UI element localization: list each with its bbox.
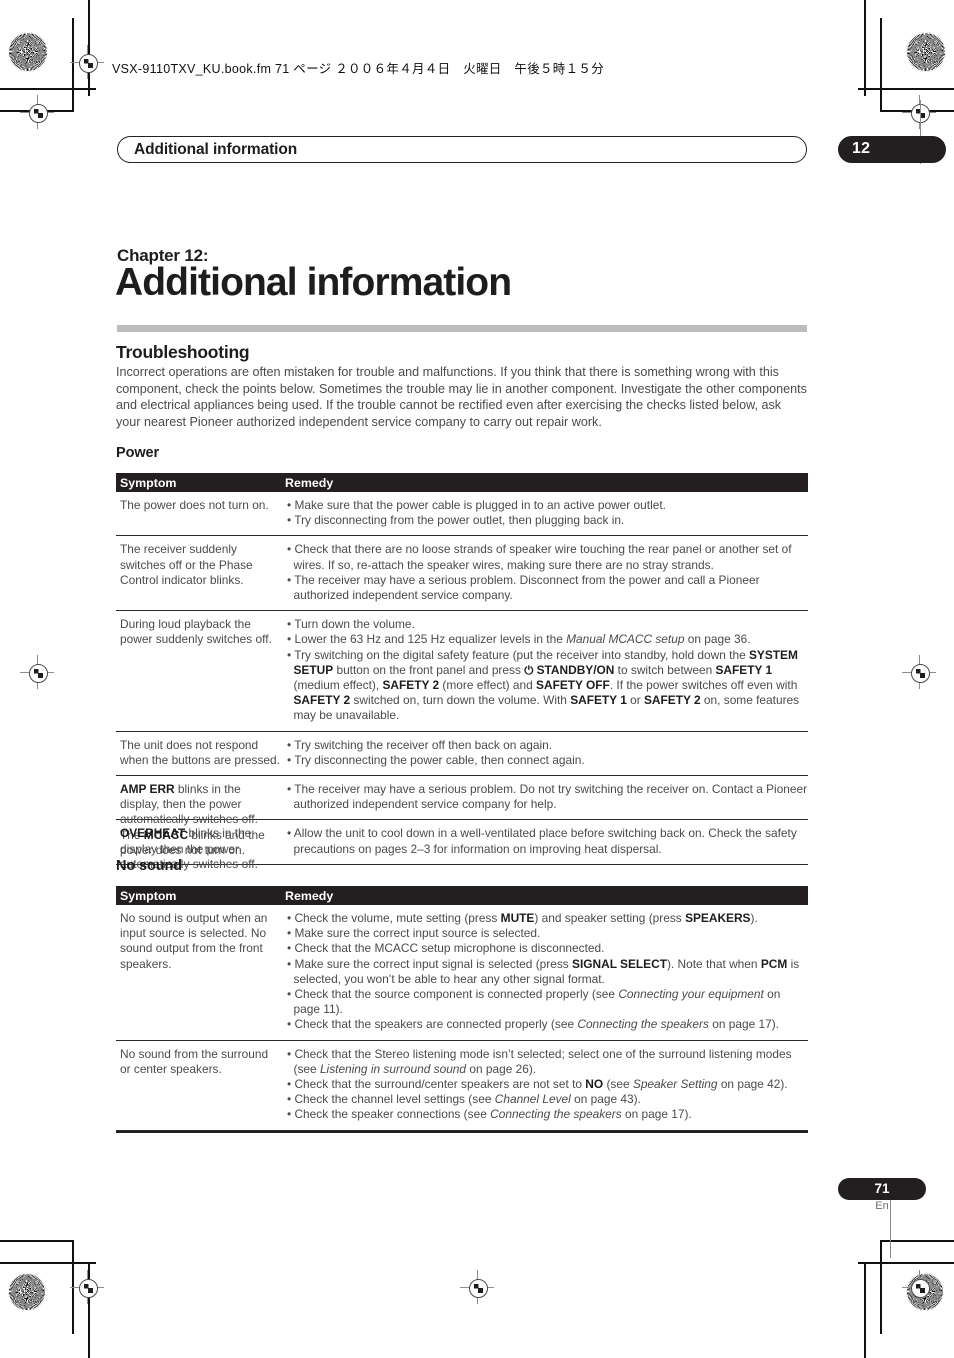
- registration-starburst-top-left: [8, 32, 48, 72]
- symptom-cell: No sound is output when an input source …: [120, 911, 268, 971]
- remedy-cell: • Turn down the volume. • Lower the 63 Hz…: [287, 617, 800, 723]
- column-header-symptom: Symptom: [120, 889, 177, 903]
- framemaker-file-slug: VSX-9110TXV_KU.book.fm 71 ページ ２００６年４月４日 …: [112, 62, 604, 76]
- column-header-remedy: Remedy: [285, 889, 334, 903]
- table-header-row: Symptom Remedy: [116, 473, 808, 492]
- footer-trim-tick: [890, 1200, 891, 1258]
- remedy-cell: • Check that there are no loose strands …: [287, 542, 792, 603]
- remedy-cell: • Allow the unit to cool down in a well-…: [287, 826, 797, 856]
- symptom-cell: The receiver suddenly switches off or th…: [120, 542, 253, 587]
- registration-cross-bottom-left: [70, 1270, 104, 1304]
- remedy-cell: • Check the volume, mute setting (press …: [287, 911, 800, 1032]
- running-header-pill: Additional information: [117, 136, 807, 163]
- table-row: The power does not turn on. • Make sure t…: [116, 492, 808, 537]
- language-code: En: [875, 1200, 889, 1212]
- remedy-cell: • The receiver may have a serious proble…: [287, 782, 808, 812]
- registration-cross-right-upper: [902, 95, 936, 129]
- symptom-cell: The unit does not respond when the butto…: [120, 737, 280, 767]
- remedy-cell: • Check that the Stereo listening mode i…: [287, 1046, 792, 1122]
- registration-starburst-bottom-left: [8, 1273, 46, 1311]
- table-bottom-rule: [116, 1130, 808, 1133]
- power-troubleshooting-table: Symptom Remedy The power does not turn o…: [116, 473, 808, 871]
- table-row: The unit does not respond when the butto…: [116, 732, 808, 777]
- registration-cross-bottom-right: [902, 1270, 936, 1304]
- registration-cross-right-middle: [902, 655, 936, 689]
- page-title: Additional information: [115, 261, 512, 304]
- section-rule: [117, 325, 807, 332]
- table-row: The receiver suddenly switches off or th…: [116, 536, 808, 612]
- subsection-heading-power: Power: [116, 445, 160, 461]
- chapter-number-badge: 12: [838, 136, 946, 163]
- section-heading-troubleshooting: Troubleshooting: [116, 342, 250, 362]
- column-header-remedy: Remedy: [285, 476, 334, 490]
- registration-cross-bottom-center: [460, 1270, 494, 1304]
- registration-cross-left-upper: [20, 95, 54, 129]
- table-row: AMP ERR blinks in the display, then the …: [116, 776, 808, 857]
- table-row: No sound is output when an input source …: [116, 905, 808, 1041]
- symptom-cell: The power does not turn on.: [120, 498, 269, 512]
- subsection-heading-no-sound: No sound: [116, 858, 183, 874]
- symptom-cell: No sound from the surround or center spe…: [120, 1046, 269, 1076]
- chapter-number-text: 12: [852, 140, 871, 157]
- table-row: No sound from the surround or center spe…: [116, 1041, 808, 1131]
- table-row: During loud playback the power suddenly …: [116, 611, 808, 732]
- page-number-badge: 71: [838, 1178, 926, 1200]
- document-page: VSX-9110TXV_KU.book.fm 71 ページ ２００６年４月４日 …: [0, 0, 954, 1358]
- column-header-symptom: Symptom: [120, 476, 177, 490]
- remedy-cell: • Make sure that the power cable is plug…: [287, 498, 666, 528]
- registration-cross-top-left: [70, 45, 104, 79]
- registration-cross-left-middle: [20, 655, 54, 689]
- table-row: OVERHEAT blinks in the display then the …: [116, 820, 808, 871]
- running-header-title: Additional information: [134, 141, 298, 158]
- symptom-cell: During loud playback the power suddenly …: [120, 617, 272, 647]
- table-body: No sound is output when an input source …: [116, 905, 808, 1131]
- table-header-row: Symptom Remedy: [116, 886, 808, 905]
- remedy-cell: • Try switching the receiver off then ba…: [287, 737, 585, 767]
- registration-starburst-top-right: [906, 32, 946, 72]
- no-sound-troubleshooting-table: Symptom Remedy No sound is output when a…: [116, 886, 808, 1133]
- page-number: 71: [874, 1181, 890, 1196]
- table-body: The power does not turn on. • Make sure t…: [116, 492, 808, 871]
- troubleshooting-intro-paragraph: Incorrect operations are often mistaken …: [116, 365, 807, 429]
